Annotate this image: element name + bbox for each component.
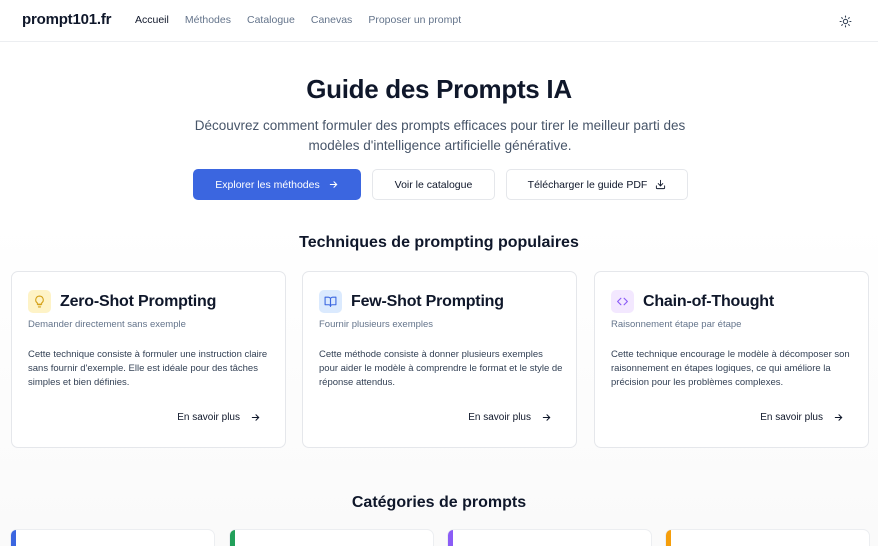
main-nav: Accueil Méthodes Catalogue Canevas Propo… <box>135 14 477 26</box>
category-card[interactable] <box>10 529 215 546</box>
category-card[interactable] <box>665 529 870 546</box>
learn-more-link[interactable]: En savoir plus <box>760 412 844 423</box>
card-subtitle: Fournir plusieurs exemples <box>319 319 434 330</box>
category-card[interactable] <box>229 529 434 546</box>
sun-icon <box>839 15 851 27</box>
card-title: Chain-of-Thought <box>643 292 774 310</box>
card-description: Cette technique encourage le modèle à dé… <box>611 349 850 388</box>
techniques-section-title: Techniques de prompting populaires <box>299 234 579 251</box>
card-header: Zero-Shot Prompting <box>28 290 216 313</box>
category-card[interactable] <box>447 529 652 546</box>
learn-more-link[interactable]: En savoir plus <box>468 412 552 423</box>
download-pdf-button[interactable]: Télécharger le guide PDF <box>506 169 688 200</box>
explore-methods-label: Explorer les méthodes <box>215 178 320 191</box>
card-subtitle: Demander directement sans exemple <box>28 319 186 330</box>
card-header: Chain-of-Thought <box>611 290 774 313</box>
learn-more-label: En savoir plus <box>760 412 823 423</box>
category-accent-bar <box>666 530 671 546</box>
learn-more-label: En savoir plus <box>177 412 240 423</box>
view-catalog-button[interactable]: Voir le catalogue <box>372 169 495 200</box>
arrow-right-icon <box>329 181 337 188</box>
card-title: Zero-Shot Prompting <box>60 292 217 310</box>
nav-proposer-prompt[interactable]: Proposer un prompt <box>368 14 461 26</box>
explore-methods-button[interactable]: Explorer les méthodes <box>193 169 361 200</box>
lightbulb-icon <box>28 290 51 313</box>
arrow-right-icon <box>834 414 843 421</box>
download-pdf-label: Télécharger le guide PDF <box>527 178 648 191</box>
card-description: Cette technique consiste à formuler une … <box>28 349 268 388</box>
nav-methodes[interactable]: Méthodes <box>185 14 231 26</box>
page-title: Guide des Prompts IA <box>306 74 572 104</box>
category-accent-bar <box>448 530 453 546</box>
view-catalog-label: Voir le catalogue <box>394 178 473 191</box>
technique-card-few-shot: Few-Shot Prompting Fournir plusieurs exe… <box>302 271 577 448</box>
hero-subtitle: Découvrez comment formuler des prompts e… <box>194 118 686 153</box>
card-subtitle: Raisonnement étape par étape <box>611 319 742 330</box>
category-accent-bar <box>230 530 235 546</box>
book-open-icon <box>319 290 342 313</box>
learn-more-label: En savoir plus <box>468 412 531 423</box>
card-description: Cette méthode consiste à donner plusieur… <box>319 349 563 388</box>
card-title: Few-Shot Prompting <box>351 292 504 310</box>
technique-card-zero-shot: Zero-Shot Prompting Demander directement… <box>11 271 286 448</box>
top-header: prompt101.fr Accueil Méthodes Catalogue … <box>0 0 878 42</box>
learn-more-link[interactable]: En savoir plus <box>177 412 261 423</box>
arrow-right-icon <box>251 414 260 421</box>
card-header: Few-Shot Prompting <box>319 290 504 313</box>
nav-accueil[interactable]: Accueil <box>135 14 169 26</box>
theme-toggle-button[interactable] <box>836 12 854 30</box>
arrow-right-icon <box>542 414 551 421</box>
site-logo[interactable]: prompt101.fr <box>22 11 111 28</box>
technique-card-chain-of-thought: Chain-of-Thought Raisonnement étape par … <box>594 271 869 448</box>
nav-canevas[interactable]: Canevas <box>311 14 352 26</box>
download-icon <box>656 179 666 190</box>
category-accent-bar <box>11 530 16 546</box>
code-icon <box>611 290 634 313</box>
nav-catalogue[interactable]: Catalogue <box>247 14 295 26</box>
categories-section-title: Catégories de prompts <box>351 494 527 511</box>
